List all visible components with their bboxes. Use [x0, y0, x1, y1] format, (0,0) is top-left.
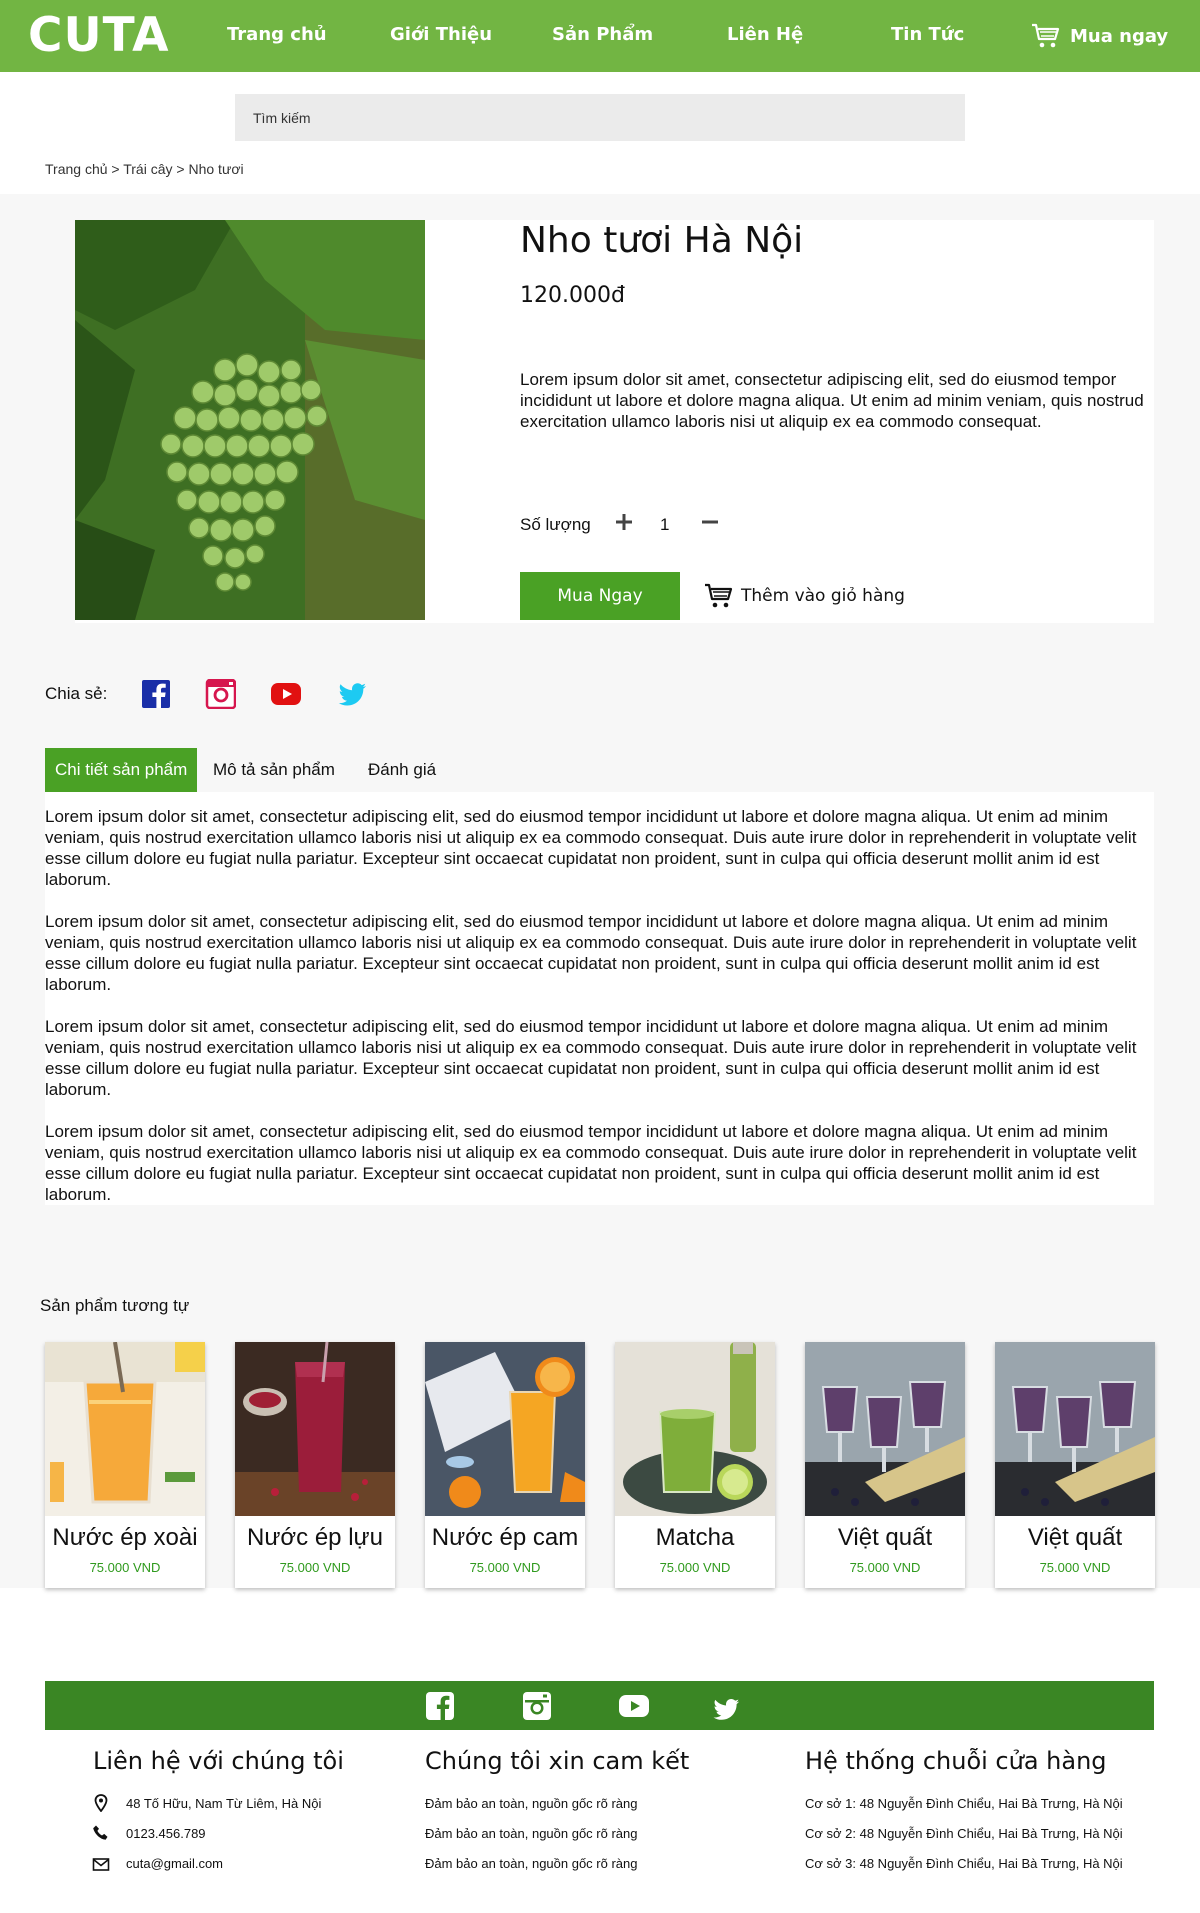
- stores-title: Hệ thống chuỗi cửa hàng: [805, 1747, 1107, 1775]
- product-title: Nho tươi Hà Nội: [520, 220, 804, 261]
- phone-icon: [93, 1825, 108, 1840]
- product-price: 75.000 VND: [849, 1560, 921, 1575]
- nav-news[interactable]: Tin Tức: [891, 24, 964, 45]
- cart-icon: [1032, 23, 1060, 48]
- tab-product-description[interactable]: Mô tả sản phẩm: [213, 748, 335, 792]
- detail-paragraph: Lorem ipsum dolor sit amet, consectetur …: [45, 1122, 1137, 1204]
- tab-reviews[interactable]: Đánh giá: [368, 748, 436, 792]
- product-image: [75, 220, 425, 620]
- contact-phone[interactable]: 0123.456.789: [126, 1826, 206, 1841]
- buy-now-nav[interactable]: Mua ngay: [1030, 20, 1168, 52]
- youtube-icon[interactable]: [270, 679, 302, 709]
- search-input[interactable]: [235, 94, 965, 141]
- store-line: Cơ sở 1: 48 Nguyễn Đình Chiểu, Hai Bà Tr…: [805, 1796, 1123, 1811]
- buy-now-label: Mua ngay: [1070, 25, 1169, 47]
- product-name: Việt quất: [837, 1524, 933, 1551]
- detail-paragraph: Lorem ipsum dolor sit amet, consectetur …: [45, 1017, 1137, 1099]
- breadcrumb-current: Nho tươi: [188, 161, 244, 177]
- detail-paragraph: Lorem ipsum dolor sit amet, consectetur …: [45, 807, 1137, 889]
- store-line: Cơ sở 2: 48 Nguyễn Đình Chiểu, Hai Bà Tr…: [805, 1826, 1123, 1841]
- commitment-line: Đảm bảo an toàn, nguồn gốc rõ ràng: [425, 1856, 638, 1871]
- product-card-item[interactable]: Nước ép xoài 75.000 VND: [45, 1342, 205, 1588]
- breadcrumb-separator: >: [111, 161, 120, 177]
- product-name: Nước ép lựu: [247, 1524, 383, 1551]
- product-price: 75.000 VND: [659, 1560, 731, 1575]
- footer-social-bar: [45, 1681, 1154, 1730]
- share-label: Chia sẻ:: [45, 684, 108, 703]
- logo[interactable]: CUTA: [28, 8, 169, 63]
- breadcrumb-home[interactable]: Trang chủ: [45, 161, 108, 177]
- store-line: Cơ sở 3: 48 Nguyễn Đình Chiểu, Hai Bà Tr…: [805, 1856, 1123, 1871]
- instagram-icon[interactable]: [522, 1691, 552, 1721]
- product-card-item[interactable]: Việt quất 75.000 VND: [995, 1342, 1155, 1588]
- tab-product-details[interactable]: Chi tiết sản phẩm: [45, 748, 198, 792]
- twitter-icon[interactable]: [711, 1694, 741, 1724]
- quantity-value[interactable]: 1: [660, 515, 669, 535]
- facebook-icon[interactable]: [425, 1691, 455, 1721]
- youtube-icon[interactable]: [619, 1691, 649, 1721]
- plus-icon[interactable]: [612, 510, 636, 534]
- location-pin-icon: [94, 1794, 108, 1812]
- product-price: 75.000 VND: [469, 1560, 541, 1575]
- breadcrumb-category[interactable]: Trái cây: [123, 161, 172, 177]
- buy-now-button[interactable]: Mua Ngay: [520, 572, 680, 620]
- contact-title: Liên hệ với chúng tôi: [93, 1747, 344, 1775]
- twitter-icon[interactable]: [336, 679, 368, 709]
- instagram-icon[interactable]: [204, 679, 236, 709]
- product-card-item[interactable]: Matcha 75.000 VND: [615, 1342, 775, 1588]
- similar-products-title: Sản phẩm tương tự: [40, 1296, 190, 1315]
- product-card-item[interactable]: Việt quất 75.000 VND: [805, 1342, 965, 1588]
- contact-email[interactable]: cuta@gmail.com: [126, 1856, 223, 1871]
- nav-products[interactable]: Sản Phẩm: [552, 24, 653, 45]
- top-header: CUTA Trang chủ Giới Thiệu Sản Phẩm Liên …: [0, 0, 1200, 72]
- add-to-cart-label: Thêm vào giỏ hàng: [741, 586, 905, 606]
- add-to-cart-button[interactable]: Thêm vào giỏ hàng: [703, 580, 905, 612]
- product-thumbnail: [805, 1342, 965, 1516]
- quantity-label: Số lượng: [520, 515, 591, 534]
- product-name: Nước ép xoài: [52, 1524, 198, 1551]
- nav-home[interactable]: Trang chủ: [227, 24, 327, 45]
- product-price: 120.000đ: [520, 283, 625, 308]
- product-card-item[interactable]: Nước ép cam 75.000 VND: [425, 1342, 585, 1588]
- breadcrumb-separator: >: [176, 161, 185, 177]
- minus-icon[interactable]: [698, 510, 722, 534]
- product-thumbnail: [235, 1342, 395, 1516]
- product-thumbnail: [425, 1342, 585, 1516]
- product-price: 75.000 VND: [279, 1560, 351, 1575]
- cart-icon: [705, 583, 733, 608]
- breadcrumb: Trang chủ > Trái cây > Nho tươi: [45, 161, 244, 177]
- product-description: Lorem ipsum dolor sit amet, consectetur …: [520, 370, 1144, 431]
- contact-address: 48 Tố Hữu, Nam Từ Liêm, Hà Nội: [126, 1796, 322, 1811]
- product-name: Matcha: [655, 1524, 735, 1551]
- nav-contact[interactable]: Liên Hệ: [727, 24, 803, 45]
- nav-about[interactable]: Giới Thiệu: [390, 24, 492, 45]
- commitment-line: Đảm bảo an toàn, nguồn gốc rõ ràng: [425, 1796, 638, 1811]
- product-card-item[interactable]: Nước ép lựu 75.000 VND: [235, 1342, 395, 1588]
- commitment-line: Đảm bảo an toàn, nguồn gốc rõ ràng: [425, 1826, 638, 1841]
- facebook-icon[interactable]: [140, 679, 172, 709]
- commitment-title: Chúng tôi xin cam kết: [425, 1747, 690, 1775]
- product-name: Nước ép cam: [431, 1524, 579, 1551]
- product-price: 75.000 VND: [89, 1560, 161, 1575]
- detail-paragraph: Lorem ipsum dolor sit amet, consectetur …: [45, 912, 1137, 994]
- mail-icon: [92, 1858, 110, 1871]
- product-name: Việt quất: [1027, 1524, 1123, 1551]
- product-price: 75.000 VND: [1039, 1560, 1111, 1575]
- product-thumbnail: [45, 1342, 205, 1516]
- product-thumbnail: [995, 1342, 1155, 1516]
- product-thumbnail: [615, 1342, 775, 1516]
